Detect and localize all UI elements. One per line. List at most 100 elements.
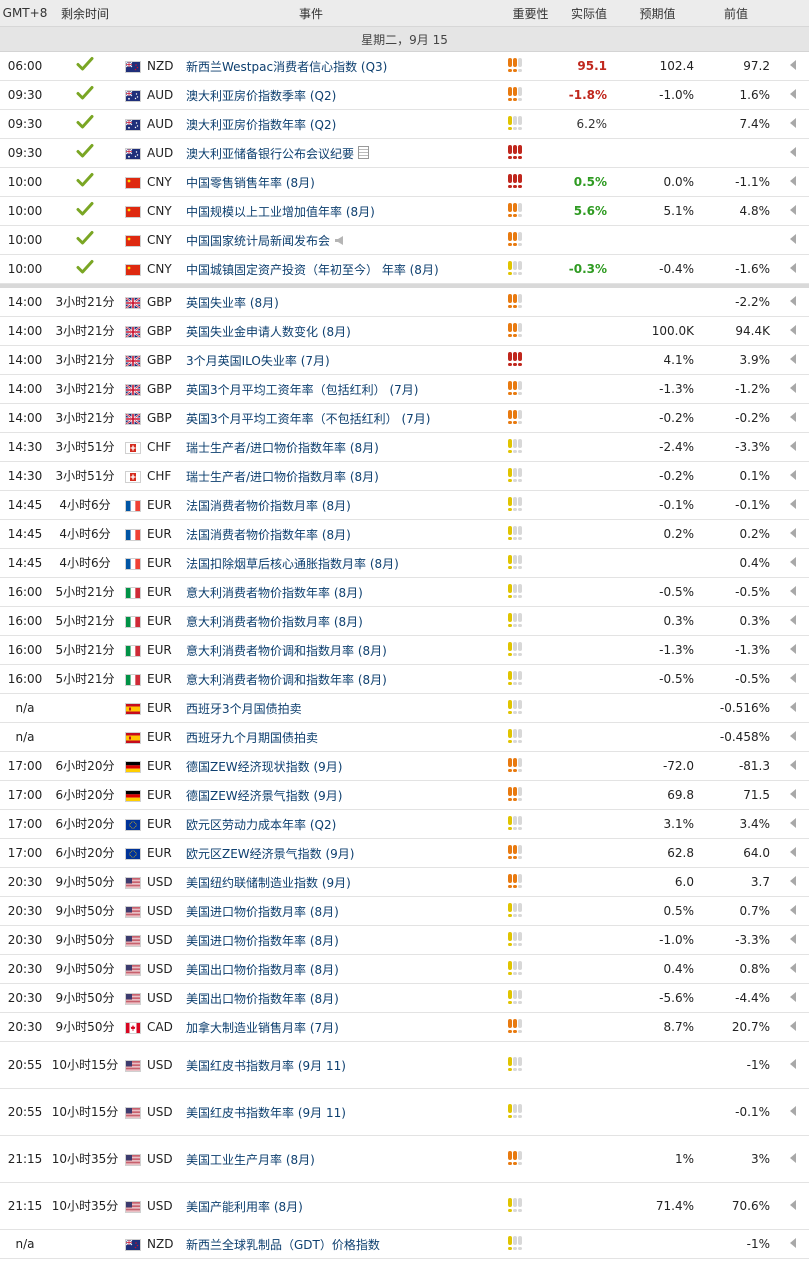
expand-arrow-icon[interactable] [789,963,796,973]
expand-arrow-icon[interactable] [789,176,796,186]
table-row[interactable]: 14:00 3小时21分 GBP 英国失业率 (8月) -2.2% [0,288,809,317]
expand-arrow-cell[interactable] [776,167,809,197]
expand-arrow-cell[interactable] [776,109,809,139]
expand-arrow-icon[interactable] [789,296,796,306]
event-name-link[interactable]: 美国出口物价指数月率 (8月) [186,963,339,977]
table-row[interactable]: 20:30 9小时50分 CAD 加拿大制造业销售月率 (7月) 8.7% 20.7% [0,1012,809,1042]
expand-arrow-cell[interactable] [776,954,809,984]
expand-arrow-cell[interactable] [776,693,809,723]
expand-arrow-cell[interactable] [776,196,809,226]
table-row[interactable]: 20:30 9小时50分 USD 美国进口物价指数年率 (8月) -1.0% -3.3% [0,925,809,955]
table-row[interactable]: 16:00 5小时21分 EUR 意大利消费者物价指数年率 (8月) -0.5% -0.5… [0,577,809,607]
expand-arrow-cell[interactable] [776,780,809,810]
expand-arrow-cell[interactable] [776,867,809,897]
event-name-link[interactable]: 美国进口物价指数月率 (8月) [186,905,339,919]
table-row[interactable]: 20:30 9小时50分 USD 美国出口物价指数年率 (8月) -5.6% -4.4% [0,983,809,1013]
event-name-link[interactable]: 澳大利亚房价指数季率 (Q2) [186,89,336,103]
table-row[interactable]: 20:30 9小时50分 USD 美国进口物价指数月率 (8月) 0.5% 0.7% [0,896,809,926]
table-row[interactable]: 16:00 5小时21分 EUR 意大利消费者物价调和指数月率 (8月) -1.3% -1… [0,635,809,665]
speaker-icon[interactable] [334,235,346,246]
table-row[interactable]: 10:00 CNY 中国规模以上工业增加值年率 (8月) 5.6% 5.1% 4.8% [0,196,809,226]
expand-arrow-icon[interactable] [789,325,796,335]
expand-arrow-icon[interactable] [789,789,796,799]
expand-arrow-cell[interactable] [776,288,809,317]
expand-arrow-cell[interactable] [776,51,809,81]
table-row[interactable]: 14:00 3小时21分 GBP 英国3个月平均工资年率（包括红利） (7月) -1.3… [0,374,809,404]
table-row[interactable]: 10:00 CNY 中国国家统计局新闻发布会 [0,225,809,255]
table-row[interactable]: 10:00 CNY 中国零售销售年率 (8月) 0.5% 0.0% -1.1% [0,167,809,197]
event-name-link[interactable]: 法国扣除烟草后核心通胀指数月率 (8月) [186,557,399,571]
table-row[interactable]: 14:30 3小时51分 CHF 瑞士生产者/进口物价指数年率 (8月) -2.4% -3… [0,432,809,462]
event-name-link[interactable]: 加拿大制造业销售月率 (7月) [186,1021,339,1035]
expand-arrow-icon[interactable] [789,644,796,654]
table-row[interactable]: n/a EUR 西班牙九个月期国债拍卖 -0.458% [0,722,809,752]
expand-arrow-cell[interactable] [776,80,809,110]
expand-arrow-cell[interactable] [776,225,809,255]
expand-arrow-cell[interactable] [776,403,809,433]
expand-arrow-icon[interactable] [789,499,796,509]
expand-arrow-icon[interactable] [789,905,796,915]
expand-arrow-cell[interactable] [776,461,809,491]
expand-arrow-icon[interactable] [789,702,796,712]
table-row[interactable]: 14:00 3小时21分 GBP 3个月英国ILO失业率 (7月) 4.1% 3.9% [0,345,809,375]
table-row[interactable]: n/a EUR 西班牙3个月国债拍卖 -0.516% [0,693,809,723]
expand-arrow-cell[interactable] [776,809,809,839]
table-row[interactable]: 14:00 3小时21分 GBP 英国失业金申请人数变化 (8月) 100.0K 94.4… [0,316,809,346]
table-row[interactable]: 14:45 4小时6分 EUR 法国扣除烟草后核心通胀指数月率 (8月) 0.4% [0,548,809,578]
expand-arrow-icon[interactable] [789,876,796,886]
event-name-link[interactable]: 美国进口物价指数年率 (8月) [186,934,339,948]
expand-arrow-icon[interactable] [789,118,796,128]
table-row[interactable]: 17:00 6小时20分 EUR 德国ZEW经济现状指数 (9月) -72.0 -81.3 [0,751,809,781]
table-row[interactable]: 16:00 5小时21分 EUR 意大利消费者物价调和指数年率 (8月) -0.5% -0… [0,664,809,694]
expand-arrow-icon[interactable] [789,1106,796,1116]
event-name-link[interactable]: 欧元区ZEW经济景气指数 (9月) [186,847,354,861]
event-name-link[interactable]: 西班牙3个月国债拍卖 [186,702,302,716]
expand-arrow-icon[interactable] [789,263,796,273]
expand-arrow-icon[interactable] [789,234,796,244]
expand-arrow-cell[interactable] [776,751,809,781]
expand-arrow-icon[interactable] [789,205,796,215]
expand-arrow-cell[interactable] [776,925,809,955]
expand-arrow-icon[interactable] [789,1200,796,1210]
event-name-link[interactable]: 美国纽约联储制造业指数 (9月) [186,876,351,890]
event-name-link[interactable]: 美国产能利用率 (8月) [186,1200,303,1214]
event-name-link[interactable]: 美国红皮书指数年率 (9月 11) [186,1106,346,1120]
table-row[interactable]: 21:15 10小时35分 USD 美国工业生产月率 (8月) 1% 3% [0,1135,809,1183]
table-row[interactable]: 14:00 3小时21分 GBP 英国3个月平均工资年率（不包括红利） (7月) -0.… [0,403,809,433]
event-name-link[interactable]: 3个月英国ILO失业率 (7月) [186,354,330,368]
event-name-link[interactable]: 新西兰全球乳制品（GDT）价格指数 [186,1238,380,1252]
event-name-link[interactable]: 美国出口物价指数年率 (8月) [186,992,339,1006]
table-row[interactable]: 17:00 6小时20分 EUR 欧元区ZEW经济景气指数 (9月) 62.8 64.0 [0,838,809,868]
expand-arrow-icon[interactable] [789,383,796,393]
table-row[interactable]: 20:55 10小时15分 USD 美国红皮书指数年率 (9月 11) -0.1% [0,1088,809,1136]
event-name-link[interactable]: 法国消费者物价指数年率 (8月) [186,528,351,542]
expand-arrow-cell[interactable] [776,1041,809,1089]
table-row[interactable]: 20:30 9小时50分 USD 美国出口物价指数月率 (8月) 0.4% 0.8% [0,954,809,984]
event-name-link[interactable]: 中国零售销售年率 (8月) [186,176,315,190]
expand-arrow-icon[interactable] [789,847,796,857]
expand-arrow-icon[interactable] [789,470,796,480]
expand-arrow-cell[interactable] [776,664,809,694]
event-name-link[interactable]: 欧元区劳动力成本年率 (Q2) [186,818,336,832]
event-name-link[interactable]: 中国城镇固定资产投资（年初至今） 年率 (8月) [186,263,439,277]
table-row[interactable]: 20:55 10小时15分 USD 美国红皮书指数月率 (9月 11) -1% [0,1041,809,1089]
event-name-link[interactable]: 意大利消费者物价调和指数月率 (8月) [186,644,387,658]
event-name-link[interactable]: 中国规模以上工业增加值年率 (8月) [186,205,375,219]
expand-arrow-cell[interactable] [776,519,809,549]
table-row[interactable]: 14:30 3小时51分 CHF 瑞士生产者/进口物价指数月率 (8月) -0.2% 0.… [0,461,809,491]
event-name-link[interactable]: 英国失业金申请人数变化 (8月) [186,325,351,339]
expand-arrow-cell[interactable] [776,983,809,1013]
expand-arrow-icon[interactable] [789,441,796,451]
table-row[interactable]: 09:30 AUD 澳大利亚房价指数年率 (Q2) 6.2% 7.4% [0,109,809,139]
expand-arrow-icon[interactable] [789,354,796,364]
event-name-link[interactable]: 澳大利亚储备银行公布会议纪要 [186,147,354,161]
event-name-link[interactable]: 意大利消费者物价指数月率 (8月) [186,615,363,629]
event-name-link[interactable]: 西班牙九个月期国债拍卖 [186,731,318,745]
expand-arrow-icon[interactable] [789,586,796,596]
expand-arrow-cell[interactable] [776,374,809,404]
expand-arrow-icon[interactable] [789,731,796,741]
event-name-link[interactable]: 英国3个月平均工资年率（不包括红利） (7月) [186,412,430,426]
table-row[interactable]: 17:00 6小时20分 EUR 德国ZEW经济景气指数 (9月) 69.8 71.5 [0,780,809,810]
table-row[interactable]: 10:00 CNY 中国城镇固定资产投资（年初至今） 年率 (8月) -0.3% -0.… [0,254,809,284]
event-name-link[interactable]: 意大利消费者物价调和指数年率 (8月) [186,673,387,687]
